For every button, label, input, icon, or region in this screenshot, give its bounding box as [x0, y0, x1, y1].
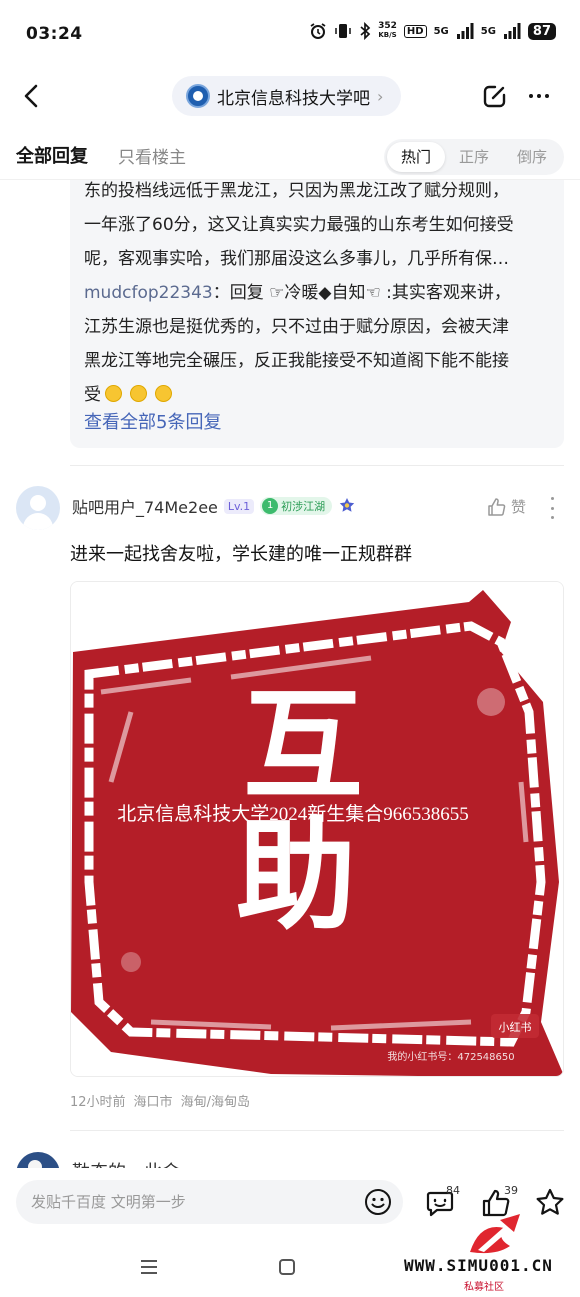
smile-emoji-icon [155, 385, 172, 402]
avatar[interactable] [16, 486, 60, 530]
watermark-logo-icon [470, 1214, 520, 1254]
home-icon[interactable] [276, 1256, 298, 1278]
post-meta: 12小时前 海口市 海甸/海甸岛 [70, 1091, 250, 1110]
more-options-icon[interactable] [524, 81, 554, 111]
sim1-label: 5G [433, 25, 449, 37]
image-caption: 北京信息科技大学2024新生集合966538655 [117, 803, 469, 825]
hd-badge: HD [403, 24, 427, 38]
sub-reply-line: 呢，客观事实哈，我们那届没这么多事儿，几乎所有保… [84, 249, 509, 269]
status-time: 03:24 [26, 24, 83, 44]
like-count: 39 [504, 1184, 518, 1197]
sort-hot-button[interactable]: 热门 [387, 142, 445, 172]
status-bar: 03:24 352 KB/S HD 5G 5G 87 [0, 0, 580, 68]
bluetooth-icon [360, 22, 371, 40]
divider [70, 1130, 564, 1131]
post-location-area: 海甸/海甸岛 [180, 1095, 250, 1110]
comment-count: 84 [446, 1184, 460, 1197]
status-icons: 352 KB/S HD 5G 5G 87 [309, 22, 556, 40]
like-button[interactable]: 赞 [486, 496, 526, 517]
sort-asc-button[interactable]: 正序 [445, 142, 503, 172]
sort-toggle: 热门 正序 倒序 [384, 139, 564, 175]
smile-emoji-icon [130, 385, 147, 402]
image-logo-text: 小红书 [499, 1021, 532, 1034]
sub-reply-line: 受 [84, 378, 550, 412]
post-text: 进来一起找舍友啦，学长建的唯一正规群群 [70, 544, 412, 565]
forum-name: 北京信息科技大学吧 [217, 88, 370, 109]
signal-icon-1 [456, 23, 474, 39]
smile-emoji-icon [105, 385, 122, 402]
back-icon[interactable] [18, 81, 48, 111]
alarm-icon [310, 23, 326, 39]
rank-badge: 1 初涉江湖 [260, 497, 333, 515]
sim2-label: 5G [480, 25, 496, 37]
level-badge: Lv.1 [223, 498, 255, 514]
post-location-city: 海口市 [133, 1095, 173, 1110]
post-user-row: 贴吧用户_74Me2ee Lv.1 1 初涉江湖 [72, 494, 356, 518]
sub-reply-line: 黑龙江等地完全碾压，反正我能接受不知道阁下能不能接 [84, 351, 509, 371]
medal-icon [339, 498, 355, 512]
vibrate-icon [335, 24, 351, 38]
edit-icon[interactable] [480, 81, 510, 111]
watermark-subtext: 私募社区 [464, 1282, 504, 1293]
post-username[interactable]: 贴吧用户_74Me2ee [72, 494, 218, 518]
tab-op-only[interactable]: 只看楼主 [118, 143, 186, 168]
net-speed: 352 KB/S [378, 21, 397, 40]
stamp-char-1: 互 [243, 680, 363, 813]
sub-reply-line: mudcfop22343：回复 ☞冷暖◆自知☜ :其实客观来讲， [84, 276, 550, 310]
sub-reply-line: 江苏生源也是挺优秀的，只不过由于赋分原因，会被天津 [84, 317, 509, 337]
post-time: 12小时前 [70, 1095, 126, 1110]
signal-icon-2 [503, 23, 521, 39]
stamp-char-2: 助 [236, 810, 356, 943]
nav-bar: 北京信息科技大学吧 › [0, 68, 580, 126]
sub-reply-username[interactable]: mudcfop22343 [84, 283, 213, 303]
tab-all-replies[interactable]: 全部回复 [16, 142, 88, 168]
image-id-text: 我的小红书号：472548650 [387, 1050, 514, 1063]
thumbs-up-icon [488, 497, 506, 516]
forum-link[interactable]: 北京信息科技大学吧 › [172, 76, 402, 116]
menu-icon[interactable] [138, 1256, 160, 1278]
sort-desc-button[interactable]: 倒序 [503, 142, 561, 172]
chevron-right-icon: › [377, 86, 384, 106]
watermark: WWW.SIMU001.CN 私募社区 [400, 1212, 578, 1293]
filter-bar: 全部回复 只看楼主 热门 正序 倒序 [0, 134, 580, 180]
stamp-image: 互 助 北京信息科技大学2024新生集合966538655 小红书 我的小红书号… [71, 582, 563, 1076]
emoji-icon[interactable] [364, 1188, 392, 1216]
battery-indicator: 87 [527, 22, 556, 40]
post-image[interactable]: 互 助 北京信息科技大学2024新生集合966538655 小红书 我的小红书号… [70, 581, 564, 1077]
divider [70, 465, 564, 466]
sub-reply-prefix: ：回复 ☞冷暖◆自知☜ :其实客观来讲， [212, 283, 511, 303]
bottom-bar: 发贴千百度 文明第一步 84 39 WWW.SIMU001.CN 私募社区 [0, 1168, 580, 1297]
post-more-icon[interactable] [546, 497, 558, 519]
like-label: 赞 [511, 498, 527, 516]
watermark-text: WWW.SIMU001.CN [404, 1256, 553, 1275]
view-all-replies-link[interactable]: 查看全部5条回复 [84, 408, 221, 434]
sub-reply-content: 东的投档线远低于黑龙江，只因为黑龙江改了赋分规则， 一年涨了60分，这又让真实实… [84, 174, 550, 412]
forum-logo-icon [186, 84, 210, 108]
reply-input[interactable]: 发贴千百度 文明第一步 [16, 1180, 403, 1224]
sub-reply-box: 东的投档线远低于黑龙江，只因为黑龙江改了赋分规则， 一年涨了60分，这又让真实实… [70, 160, 564, 448]
sub-reply-line: 一年涨了60分，这又让真实实力最强的山东考生如何接受 [84, 215, 514, 235]
